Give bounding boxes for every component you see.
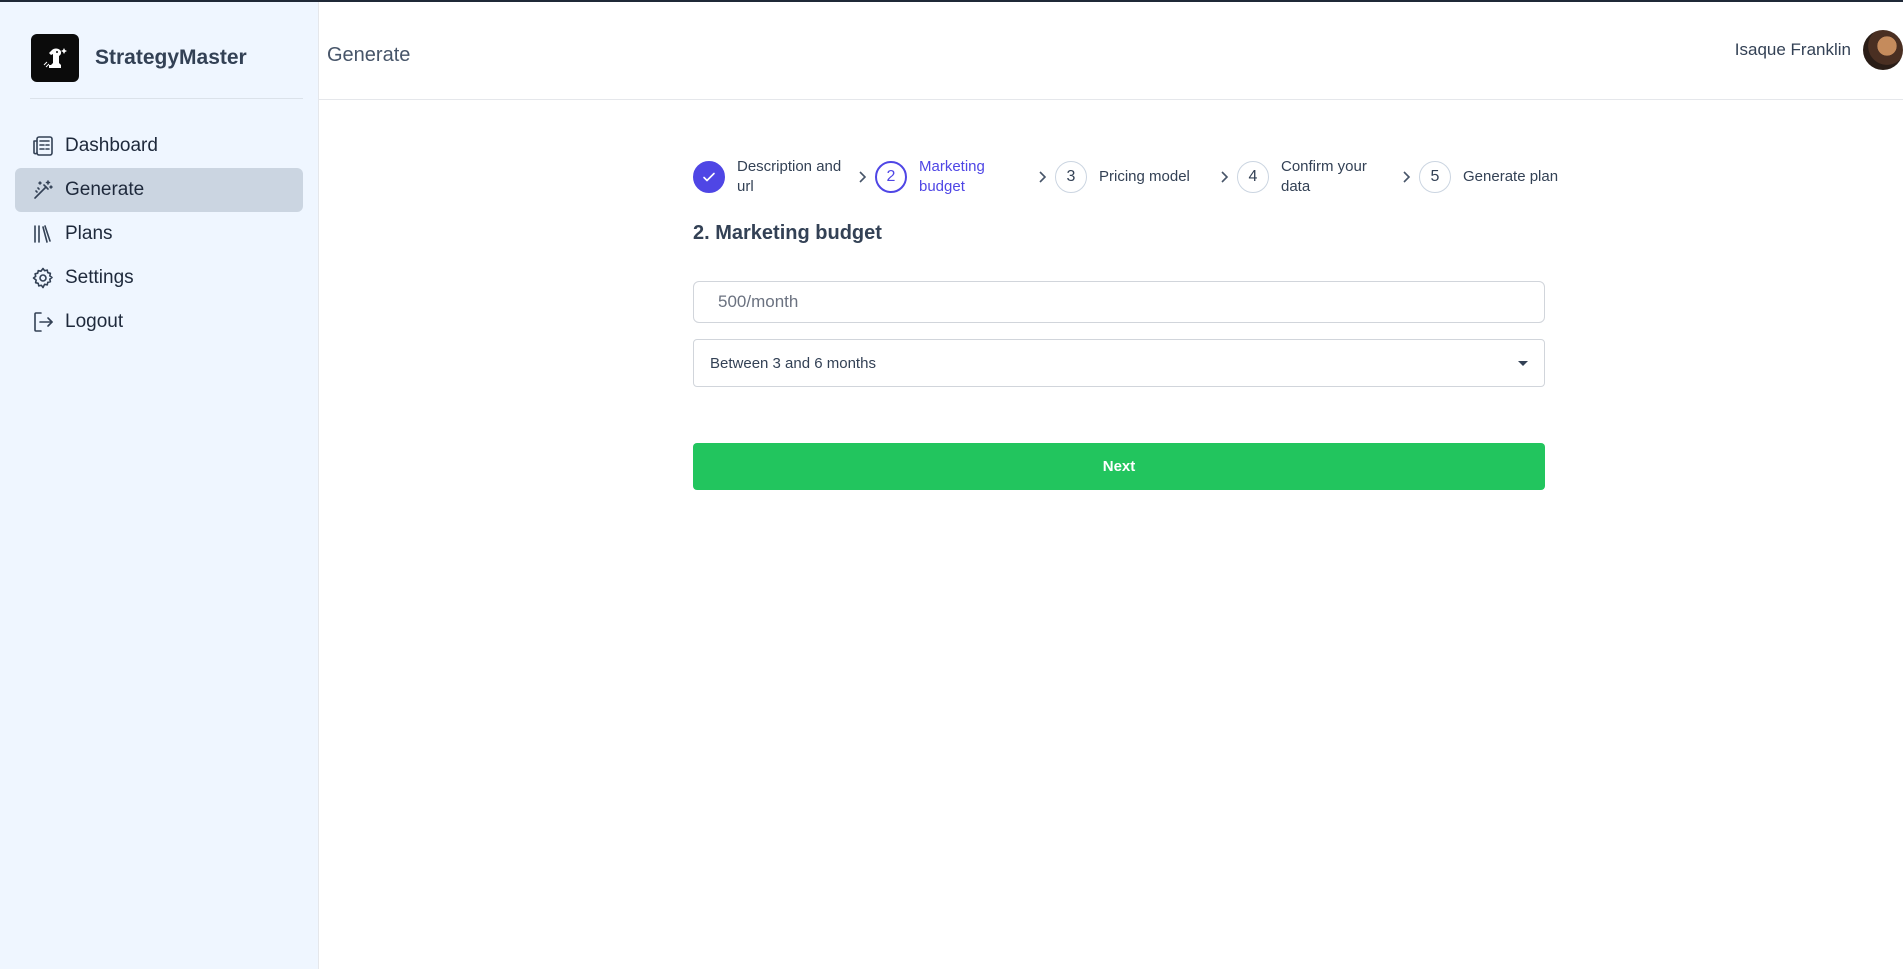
library-icon	[31, 222, 55, 246]
sidebar-divider	[30, 98, 303, 99]
sidebar-item-logout[interactable]: Logout	[15, 300, 303, 344]
step-label: Pricing model	[1099, 168, 1190, 185]
duration-select[interactable]: Between 3 and 6 months	[693, 339, 1545, 387]
chevron-right-icon	[1035, 170, 1049, 184]
top-header: Generate Isaque Franklin	[319, 2, 1903, 100]
step-confirm-your-data[interactable]: 4 Confirm your data	[1237, 157, 1393, 197]
magic-wand-icon	[31, 178, 55, 202]
step-number: 4	[1237, 161, 1269, 193]
sidebar-item-plans[interactable]: Plans	[15, 212, 303, 256]
sidebar-item-dashboard[interactable]: Dashboard	[15, 124, 303, 168]
user-name: Isaque Franklin	[1734, 40, 1851, 59]
step-check-icon	[693, 161, 725, 193]
chevron-right-icon	[1399, 170, 1413, 184]
sidebar-item-label: Generate	[65, 179, 145, 200]
caret-down-icon	[1518, 361, 1528, 366]
app-name: StrategyMaster	[95, 46, 247, 69]
gear-icon	[31, 266, 55, 290]
sidebar-item-label: Logout	[65, 311, 124, 332]
brand[interactable]: StrategyMaster	[31, 34, 247, 82]
logout-icon	[31, 310, 55, 334]
sidebar-item-label: Plans	[65, 223, 113, 244]
sidebar-item-label: Dashboard	[65, 135, 158, 156]
newspaper-icon	[31, 134, 55, 158]
app-logo	[31, 34, 79, 82]
step-number: 5	[1419, 161, 1451, 193]
sidebar-item-label: Settings	[65, 267, 134, 288]
sidebar-item-generate[interactable]: Generate	[15, 168, 303, 212]
avatar[interactable]	[1863, 30, 1903, 70]
step-number: 2	[875, 161, 907, 193]
step-number: 3	[1055, 161, 1087, 193]
step-generate-plan[interactable]: 5 Generate plan	[1419, 161, 1558, 193]
step-label: Marketing budget	[919, 158, 985, 195]
sidebar: StrategyMaster Dashboard Generate Plans	[0, 2, 319, 969]
next-button[interactable]: Next	[693, 443, 1545, 490]
step-label: Generate plan	[1463, 168, 1559, 185]
progress-stepper: Description and url 2 Marketing budget 3…	[693, 156, 1558, 198]
sidebar-nav: Dashboard Generate Plans Settings Logout	[15, 124, 303, 344]
budget-input[interactable]	[693, 281, 1545, 323]
duration-select-value: Between 3 and 6 months	[710, 354, 876, 372]
user-menu[interactable]: Isaque Franklin	[1735, 30, 1903, 70]
page-title: Generate	[327, 44, 411, 66]
step-label: Description and url	[737, 158, 842, 195]
chevron-right-icon	[1217, 170, 1231, 184]
step-marketing-budget[interactable]: 2 Marketing budget	[875, 157, 1029, 197]
chevron-right-icon	[855, 170, 869, 184]
step-description-and-url[interactable]: Description and url	[693, 157, 849, 197]
step-label: Confirm your data	[1281, 158, 1367, 195]
section-title: 2. Marketing budget	[693, 222, 882, 244]
sidebar-item-settings[interactable]: Settings	[15, 256, 303, 300]
step-pricing-model[interactable]: 3 Pricing model	[1055, 161, 1211, 193]
